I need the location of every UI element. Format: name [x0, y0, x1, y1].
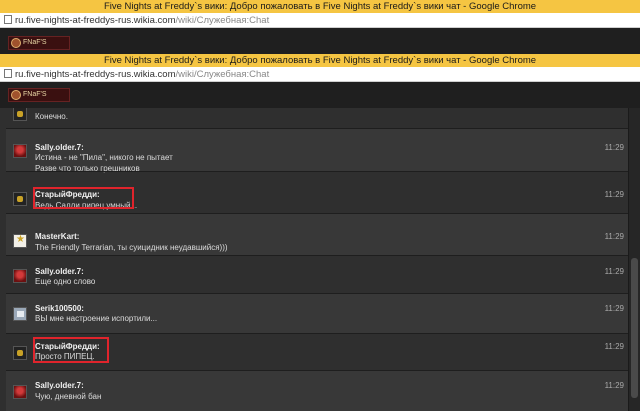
freddy-avatar[interactable] — [13, 192, 27, 206]
back-window-title: Five Nights at Freddy`s вики: Добро пожа… — [103, 1, 537, 12]
sally-avatar[interactable] — [13, 385, 27, 399]
chat-message: СтарыйФредди: Просто ПИПЕЦ. 11:29 — [6, 333, 628, 370]
wiki-logo[interactable]: FNaF'S — [8, 88, 70, 102]
serik-avatar[interactable] — [13, 307, 27, 321]
page-icon — [4, 69, 12, 78]
highlight-box — [33, 337, 109, 363]
chat-message: Конечно. — [6, 108, 628, 128]
freddy-avatar[interactable] — [13, 108, 27, 121]
chat-message: Sally.older.7: Истина - не "Пила", никог… — [6, 128, 628, 173]
message-text: Истина - не "Пила", никого не пытает — [35, 153, 173, 162]
chat-log[interactable]: Конечно. Sally.older.7: Истина - не "Пил… — [6, 108, 628, 411]
front-url-path: /wiki/Служебная:Chat — [175, 69, 270, 80]
master-avatar[interactable] — [13, 234, 27, 248]
message-time: 11:29 — [604, 190, 624, 199]
message-text: The Friendly Terrarian, ты суицидник неу… — [35, 243, 228, 252]
front-window-address-bar[interactable]: ru.five-nights-at-freddys-rus.wikia.com/… — [0, 67, 640, 82]
freddy-avatar[interactable] — [13, 346, 27, 360]
chat-message: Serik100500: ВЫ мне настроение испортили… — [6, 293, 628, 333]
front-window-title-bar[interactable]: Five Nights at Freddy`s вики: Добро пожа… — [0, 54, 640, 67]
chat-message: MasterKart: The Friendly Terrarian, ты с… — [6, 213, 628, 255]
back-url-host: ru.five-nights-at-freddys-rus.wikia.com — [15, 15, 176, 26]
message-text: Конечно. — [35, 112, 68, 121]
message-time: 11:29 — [604, 304, 624, 313]
back-window-address-bar[interactable]: ru.five-nights-at-freddys-rus.wikia.com/… — [0, 13, 640, 28]
front-window-title: Five Nights at Freddy`s вики: Добро пожа… — [103, 55, 537, 66]
chat-message: Sally.older.7: Чую, дневной бан 11:29 — [6, 370, 628, 411]
front-url-host: ru.five-nights-at-freddys-rus.wikia.com — [15, 69, 176, 80]
scrollbar-thumb[interactable] — [631, 258, 638, 398]
message-time: 11:29 — [604, 342, 624, 351]
highlight-box — [33, 187, 134, 209]
message-user[interactable]: Sally.older.7: — [35, 143, 84, 152]
chat-message: Sally.older.7: Еще одно слово 11:29 — [6, 255, 628, 293]
message-text: ВЫ мне настроение испортили... — [35, 314, 158, 323]
message-text: Еще одно слово — [35, 277, 96, 286]
freddy-face-icon — [11, 38, 21, 48]
message-user[interactable]: Serik100500: — [35, 304, 84, 313]
back-window-title-bar[interactable]: Five Nights at Freddy`s вики: Добро пожа… — [0, 0, 640, 13]
message-text: Чую, дневной бан — [35, 392, 102, 401]
page-icon — [4, 15, 12, 24]
message-user[interactable]: MasterKart: — [35, 232, 79, 241]
chat-message: СтарыйФредди: Ведь Салли пипец умный... … — [6, 171, 628, 213]
sally-avatar[interactable] — [13, 269, 27, 283]
chat-scrollbar[interactable] — [628, 108, 640, 411]
back-url-path: /wiki/Служебная:Chat — [175, 15, 270, 26]
freddy-face-icon — [11, 90, 21, 100]
message-user[interactable]: Sally.older.7: — [35, 267, 84, 276]
message-time: 11:29 — [604, 267, 624, 276]
front-window-header: FNaF'S — [0, 82, 640, 108]
message-time: 11:29 — [604, 381, 624, 390]
message-time: 11:29 — [604, 143, 624, 152]
message-time: 11:29 — [604, 232, 624, 241]
wiki-logo[interactable]: FNaF'S — [8, 36, 70, 50]
sally-avatar[interactable] — [13, 144, 27, 158]
message-user[interactable]: Sally.older.7: — [35, 381, 84, 390]
